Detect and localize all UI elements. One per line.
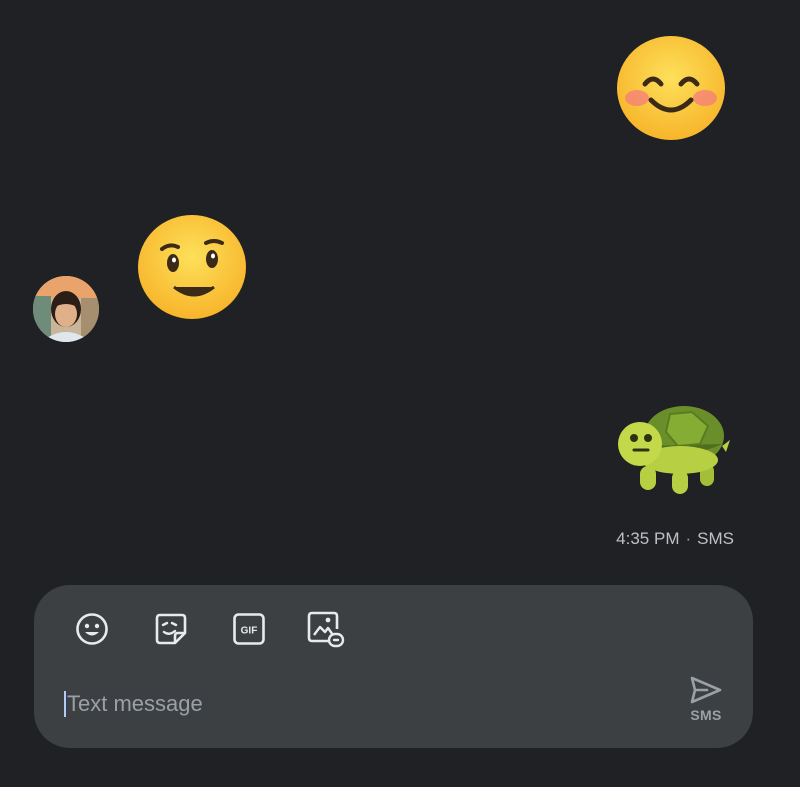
smiling-face-emoji-message[interactable]	[615, 34, 727, 142]
avatar-photo-icon	[33, 276, 99, 342]
message-input[interactable]: Text message	[64, 686, 664, 722]
woozy-face-emoji-message[interactable]	[136, 213, 248, 321]
send-type-label: SMS	[690, 707, 722, 723]
compose-bar: GIF Text message SMS	[34, 585, 753, 748]
message-time: 4:35 PM	[616, 529, 680, 548]
sticker-button[interactable]	[151, 609, 191, 649]
turtle-emoji-message[interactable]	[612, 404, 732, 502]
emoji-icon	[76, 613, 108, 645]
message-type: SMS	[697, 529, 734, 548]
gif-button[interactable]: GIF	[229, 609, 269, 649]
text-caret	[64, 691, 66, 717]
emoji-button[interactable]	[72, 609, 112, 649]
send-icon	[690, 676, 722, 704]
message-placeholder: Text message	[67, 691, 203, 716]
contact-avatar[interactable]	[33, 276, 99, 342]
svg-text:GIF: GIF	[241, 626, 258, 637]
sticker-icon	[155, 613, 187, 645]
attach-media-button[interactable]	[305, 609, 345, 649]
attach-media-icon	[307, 611, 345, 648]
gif-icon: GIF	[233, 613, 265, 645]
send-sms-button[interactable]: SMS	[681, 675, 731, 737]
meta-separator: ·	[685, 529, 692, 548]
message-timestamp-status: 4:35 PM · SMS	[616, 529, 734, 549]
